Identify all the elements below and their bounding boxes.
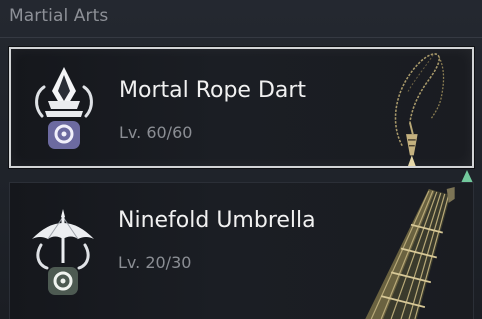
rope-dart-weapon-image bbox=[394, 53, 445, 166]
art-level: Lv. 20/30 bbox=[118, 253, 192, 272]
umbrella-weapon-image bbox=[365, 186, 455, 319]
rope-dart-emblem-icon bbox=[35, 67, 93, 149]
art-name: Mortal Rope Dart bbox=[119, 78, 307, 103]
art-name: Ninefold Umbrella bbox=[118, 208, 316, 233]
section-title: Martial Arts bbox=[9, 6, 109, 26]
art-level: Lv. 60/60 bbox=[119, 123, 193, 142]
header-divider bbox=[0, 37, 482, 38]
martial-art-card-ninefold-umbrella[interactable]: Ninefold Umbrella Lv. 20/30 bbox=[9, 182, 474, 319]
martial-art-card-mortal-rope-dart[interactable]: Mortal Rope Dart Lv. 60/60 bbox=[9, 47, 474, 168]
umbrella-emblem-icon bbox=[32, 209, 94, 295]
